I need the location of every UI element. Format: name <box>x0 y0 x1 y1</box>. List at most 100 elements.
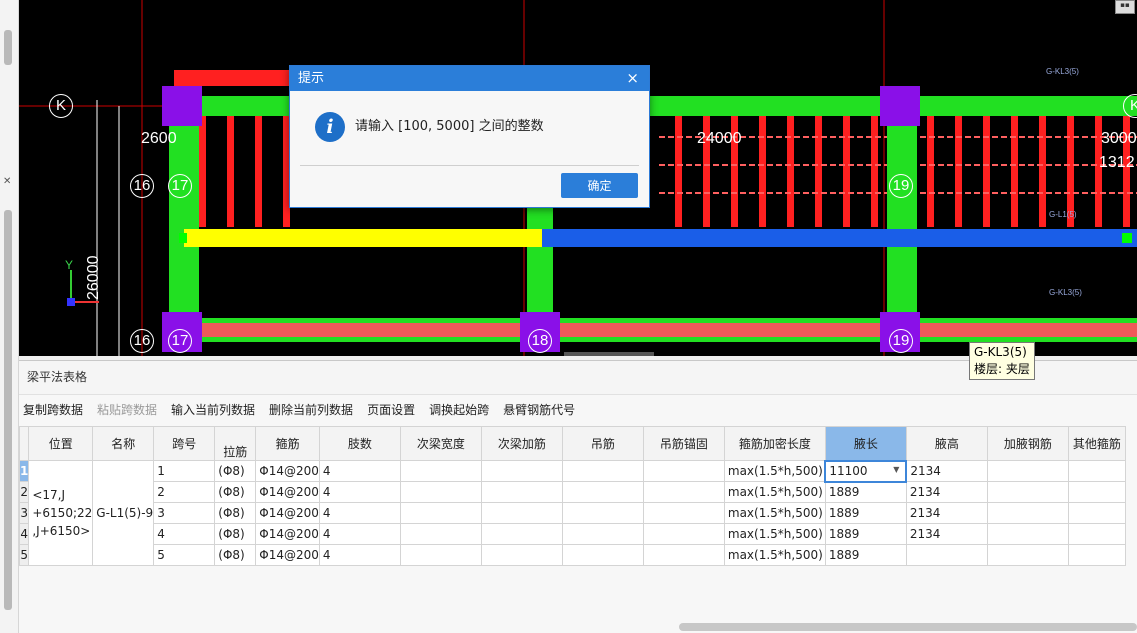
copy-span-button[interactable]: 复制跨数据 <box>23 401 83 418</box>
cell-hanger[interactable] <box>561 481 644 503</box>
ok-button[interactable]: 确定 <box>561 173 638 198</box>
gutter-scrollbar-top[interactable] <box>4 30 12 65</box>
swap-start-span-button[interactable]: 调换起始跨 <box>429 401 489 418</box>
cell-hanger[interactable] <box>561 523 644 545</box>
cell-densify-length[interactable]: max(1.5*h,500) <box>723 481 826 503</box>
splitter-handle[interactable] <box>564 352 654 356</box>
cell-span[interactable]: 5 <box>153 544 216 566</box>
viewport-corner-button[interactable]: ▪▪ <box>1115 0 1135 14</box>
cell-haunch-rebar[interactable] <box>986 523 1069 545</box>
cell-name[interactable]: G-L1(5)-9 <box>92 460 155 566</box>
cell-stirrup[interactable]: Φ14@200 <box>255 460 320 482</box>
cell-other-stirrup[interactable] <box>1067 481 1126 503</box>
cell-haunch-length[interactable]: 1889 <box>824 502 907 524</box>
cell-haunch-height[interactable] <box>905 544 988 566</box>
cell-tie[interactable]: (Φ8) <box>214 460 257 482</box>
cell-haunch-length[interactable]: 1889 <box>824 523 907 545</box>
header-legs[interactable]: 肢数 <box>318 426 401 461</box>
cell-span[interactable]: 4 <box>153 523 216 545</box>
header-haunch-length[interactable]: 腋长 <box>824 426 907 461</box>
header-span[interactable]: 跨号 <box>153 426 216 461</box>
cell-secondary-width[interactable] <box>399 523 482 545</box>
cell-haunch-rebar[interactable] <box>986 502 1069 524</box>
close-icon[interactable]: × <box>626 66 639 91</box>
delete-column-button[interactable]: 删除当前列数据 <box>269 401 353 418</box>
dialog-titlebar[interactable]: 提示 × <box>290 66 649 91</box>
cell-other-stirrup[interactable] <box>1067 523 1126 545</box>
row-number[interactable]: 2 <box>18 481 30 503</box>
input-column-button[interactable]: 输入当前列数据 <box>171 401 255 418</box>
cell-tie[interactable]: (Φ8) <box>214 523 257 545</box>
close-icon[interactable]: ✕ <box>3 176 11 187</box>
cell-secondary-width[interactable] <box>399 544 482 566</box>
header-hanger[interactable]: 吊筋 <box>561 426 644 461</box>
cell-span[interactable]: 1 <box>153 460 216 482</box>
haunch-length-value[interactable]: 11100 <box>829 464 867 478</box>
header-haunch-rebar[interactable]: 加腋钢筋 <box>986 426 1069 461</box>
horizontal-scrollbar[interactable] <box>679 623 1137 631</box>
cell-densify-length[interactable]: max(1.5*h,500) <box>723 460 826 482</box>
cell-other-stirrup[interactable] <box>1067 544 1126 566</box>
cell-hanger-anchor[interactable] <box>642 460 725 482</box>
cell-hanger[interactable] <box>561 460 644 482</box>
cell-haunch-height[interactable]: 2134 <box>905 481 988 503</box>
cell-haunch-height[interactable]: 2134 <box>905 523 988 545</box>
cell-secondary-rebar[interactable] <box>480 502 563 524</box>
cell-tie[interactable]: (Φ8) <box>214 502 257 524</box>
cell-tie[interactable]: (Φ8) <box>214 481 257 503</box>
cell-haunch-rebar[interactable] <box>986 460 1069 482</box>
cell-stirrup[interactable]: Φ14@200 <box>255 544 320 566</box>
cell-hanger[interactable] <box>561 544 644 566</box>
cell-other-stirrup[interactable] <box>1067 460 1126 482</box>
cell-other-stirrup[interactable] <box>1067 502 1126 524</box>
cell-densify-length[interactable]: max(1.5*h,500) <box>723 523 826 545</box>
row-number[interactable]: 4 <box>18 523 30 545</box>
cell-legs[interactable]: 4 <box>318 481 401 503</box>
row-number[interactable]: 3 <box>18 502 30 524</box>
cell-densify-length[interactable]: max(1.5*h,500) <box>723 544 826 566</box>
cell-secondary-rebar[interactable] <box>480 460 563 482</box>
cell-secondary-width[interactable] <box>399 460 482 482</box>
header-hanger-anchor[interactable]: 吊筋锚固 <box>642 426 725 461</box>
header-secondary-width[interactable]: 次梁宽度 <box>399 426 482 461</box>
cell-haunch-length-editing[interactable]: 11100 ▼ <box>824 459 908 483</box>
cell-secondary-width[interactable] <box>399 502 482 524</box>
cell-haunch-rebar[interactable] <box>986 544 1069 566</box>
cell-stirrup[interactable]: Φ14@200 <box>255 481 320 503</box>
header-haunch-height[interactable]: 腋高 <box>905 426 988 461</box>
cell-haunch-rebar[interactable] <box>986 481 1069 503</box>
cell-secondary-rebar[interactable] <box>480 544 563 566</box>
cell-hanger-anchor[interactable] <box>642 502 725 524</box>
cell-secondary-width[interactable] <box>399 481 482 503</box>
header-position[interactable]: 位置 <box>28 426 94 461</box>
header-other-stirrup[interactable]: 其他箍筋 <box>1067 426 1126 461</box>
cell-span[interactable]: 3 <box>153 502 216 524</box>
header-name[interactable]: 名称 <box>92 426 155 461</box>
dropdown-arrow-icon[interactable]: ▼ <box>893 465 899 474</box>
cell-stirrup[interactable]: Φ14@200 <box>255 502 320 524</box>
header-densify-length[interactable]: 箍筋加密长度 <box>723 426 826 461</box>
cell-tie[interactable]: (Φ8) <box>214 544 257 566</box>
cell-secondary-rebar[interactable] <box>480 481 563 503</box>
cell-haunch-length[interactable]: 1889 <box>824 544 907 566</box>
cell-hanger-anchor[interactable] <box>642 523 725 545</box>
cell-hanger-anchor[interactable] <box>642 481 725 503</box>
cell-hanger[interactable] <box>561 502 644 524</box>
cell-hanger-anchor[interactable] <box>642 544 725 566</box>
header-tie[interactable]: 拉筋 <box>214 426 257 461</box>
header-secondary-rebar[interactable]: 次梁加筋 <box>480 426 563 461</box>
cell-legs[interactable]: 4 <box>318 502 401 524</box>
header-stirrup[interactable]: 箍筋 <box>255 426 320 461</box>
cell-position[interactable]: <17,J +6150;22 ,J+6150> <box>28 460 94 566</box>
cell-stirrup[interactable]: Φ14@200 <box>255 523 320 545</box>
row-number[interactable]: 1 <box>18 460 30 482</box>
cell-densify-length[interactable]: max(1.5*h,500) <box>723 502 826 524</box>
cell-legs[interactable]: 4 <box>318 544 401 566</box>
gutter-scrollbar-bottom[interactable] <box>4 210 12 610</box>
cell-legs[interactable]: 4 <box>318 523 401 545</box>
cell-haunch-height[interactable]: 2134 <box>905 460 988 482</box>
cell-haunch-length[interactable]: 1889 <box>824 481 907 503</box>
cell-span[interactable]: 2 <box>153 481 216 503</box>
cell-secondary-rebar[interactable] <box>480 523 563 545</box>
cantilever-code-button[interactable]: 悬臂钢筋代号 <box>503 401 575 418</box>
